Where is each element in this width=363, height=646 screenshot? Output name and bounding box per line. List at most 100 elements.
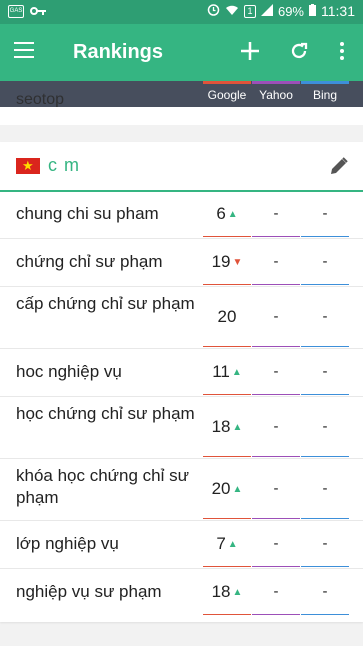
engine-underline — [301, 346, 349, 347]
google-rank: 18 ▲ — [203, 417, 251, 437]
bing-rank: - — [322, 363, 328, 380]
page-title: Rankings — [73, 41, 164, 63]
google-rank-value: 11 — [212, 362, 230, 381]
google-rank: 11 ▲ — [203, 362, 251, 382]
clock: 11:31 — [321, 3, 355, 19]
google-rank-value: 20 — [211, 479, 231, 498]
google-rank-value: 20 — [217, 307, 237, 326]
engine-underline — [301, 456, 349, 457]
engine-underline — [203, 456, 251, 457]
yahoo-rank: - — [273, 535, 279, 552]
trend-up-icon: ▲ — [232, 422, 243, 433]
keyword-text: hoc nghiệp vụ — [16, 362, 122, 381]
trend-up-icon: ▲ — [232, 484, 243, 495]
engine-google-label: Google — [207, 88, 247, 102]
keyword-row[interactable]: lớp nghiệp vụ 7 ▲ - - — [0, 520, 363, 569]
app-notification-icon: GAS — [8, 5, 24, 18]
keyword-text: lớp nghiệp vụ — [16, 534, 119, 553]
add-icon[interactable] — [238, 39, 262, 63]
engine-underline — [203, 566, 251, 567]
yahoo-color-bar — [252, 81, 300, 84]
keyword-row[interactable]: chung chi su pham 6 ▲ - - — [0, 190, 363, 239]
engine-underline — [203, 394, 251, 395]
engine-underline — [252, 284, 300, 285]
yahoo-rank: - — [273, 363, 279, 380]
bing-rank: - — [322, 583, 328, 600]
refresh-icon[interactable] — [287, 39, 311, 63]
engine-google[interactable]: Google — [203, 81, 251, 107]
keyword-row[interactable]: cấp chứng chỉ sư phạm 20 - - — [0, 286, 363, 349]
yahoo-rank: - — [273, 480, 279, 497]
google-rank: 18 ▲ — [203, 582, 251, 602]
engine-underline — [203, 346, 251, 347]
bing-rank: - — [322, 418, 328, 435]
trend-down-icon: ▼ — [232, 257, 243, 268]
engine-underline — [203, 236, 251, 237]
bing-rank: - — [322, 253, 328, 270]
keyword-row[interactable]: học chứng chỉ sư phạm 18 ▲ - - — [0, 396, 363, 459]
trend-up-icon: ▲ — [231, 367, 242, 378]
trend-up-icon: ▲ — [232, 587, 243, 598]
engine-underline — [203, 284, 251, 285]
engine-underline — [203, 518, 251, 519]
engine-underline — [252, 346, 300, 347]
yahoo-rank: - — [273, 308, 279, 325]
wifi-icon — [225, 4, 239, 19]
engine-underline — [301, 518, 349, 519]
engine-underline — [252, 394, 300, 395]
keyword-row[interactable]: hoc nghiệp vụ 11 ▲ - - — [0, 348, 363, 397]
keyword-text: chứng chỉ sư phạm — [16, 252, 163, 271]
yahoo-rank: - — [273, 418, 279, 435]
engine-underline — [252, 614, 300, 615]
keyword-row[interactable]: nghiệp vụ sư phạm 18 ▲ - - — [0, 568, 363, 616]
google-rank: 19 ▼ — [203, 252, 251, 272]
engine-underline — [203, 614, 251, 615]
google-rank-value: 6 — [216, 204, 226, 223]
google-rank: 20 ▲ — [203, 479, 251, 499]
google-rank: 7 ▲ — [203, 534, 251, 554]
bing-rank: - — [322, 480, 328, 497]
keyword-row[interactable]: chứng chỉ sư phạm 19 ▼ - - — [0, 238, 363, 287]
keyword-group-header: ★ c m — [0, 142, 363, 192]
engine-underline — [252, 518, 300, 519]
site-card — [0, 107, 363, 125]
yahoo-rank: - — [273, 583, 279, 600]
alarm-icon — [207, 3, 220, 19]
engine-underline — [301, 236, 349, 237]
edit-icon[interactable] — [329, 156, 349, 176]
keyword-row[interactable]: khóa học chứng chỉ sư phạm 20 ▲ - - — [0, 458, 363, 521]
engine-yahoo-label: Yahoo — [259, 88, 293, 102]
keyword-text: chung chi su pham — [16, 204, 159, 223]
google-rank-value: 18 — [211, 582, 231, 601]
google-rank-value: 18 — [211, 417, 231, 436]
status-bar: GAS 1 69% 11:31 — [0, 0, 363, 24]
google-rank-value: 7 — [216, 534, 226, 553]
more-options-icon[interactable] — [330, 39, 354, 63]
signal-icon — [260, 3, 273, 19]
keyword-text: khóa học chứng chỉ sư phạm — [16, 466, 190, 507]
bing-color-bar — [301, 81, 349, 84]
engine-bing[interactable]: Bing — [301, 81, 349, 107]
keyword-text: cấp chứng chỉ sư phạm — [16, 294, 195, 313]
vietnam-flag-icon: ★ — [16, 158, 40, 174]
google-rank-value: 19 — [211, 252, 231, 271]
engine-underline — [301, 614, 349, 615]
keyword-text: học chứng chỉ sư phạm — [16, 404, 195, 423]
engine-underline — [301, 566, 349, 567]
app-bar: Rankings — [0, 24, 363, 81]
trend-up-icon: ▲ — [227, 539, 238, 550]
bing-rank: - — [322, 535, 328, 552]
search-engine-header: seotop Google Yahoo Bing — [0, 81, 363, 108]
engine-yahoo[interactable]: Yahoo — [252, 81, 300, 107]
battery-level: 69% — [277, 3, 304, 19]
engine-underline — [301, 284, 349, 285]
menu-icon[interactable] — [14, 42, 34, 58]
key-icon — [30, 4, 46, 19]
engine-underline — [252, 456, 300, 457]
yahoo-rank: - — [273, 253, 279, 270]
google-rank: 6 ▲ — [203, 204, 251, 224]
engine-underline — [252, 236, 300, 237]
bing-rank: - — [322, 205, 328, 222]
yahoo-rank: - — [273, 205, 279, 222]
keyword-text: nghiệp vụ sư phạm — [16, 582, 162, 601]
